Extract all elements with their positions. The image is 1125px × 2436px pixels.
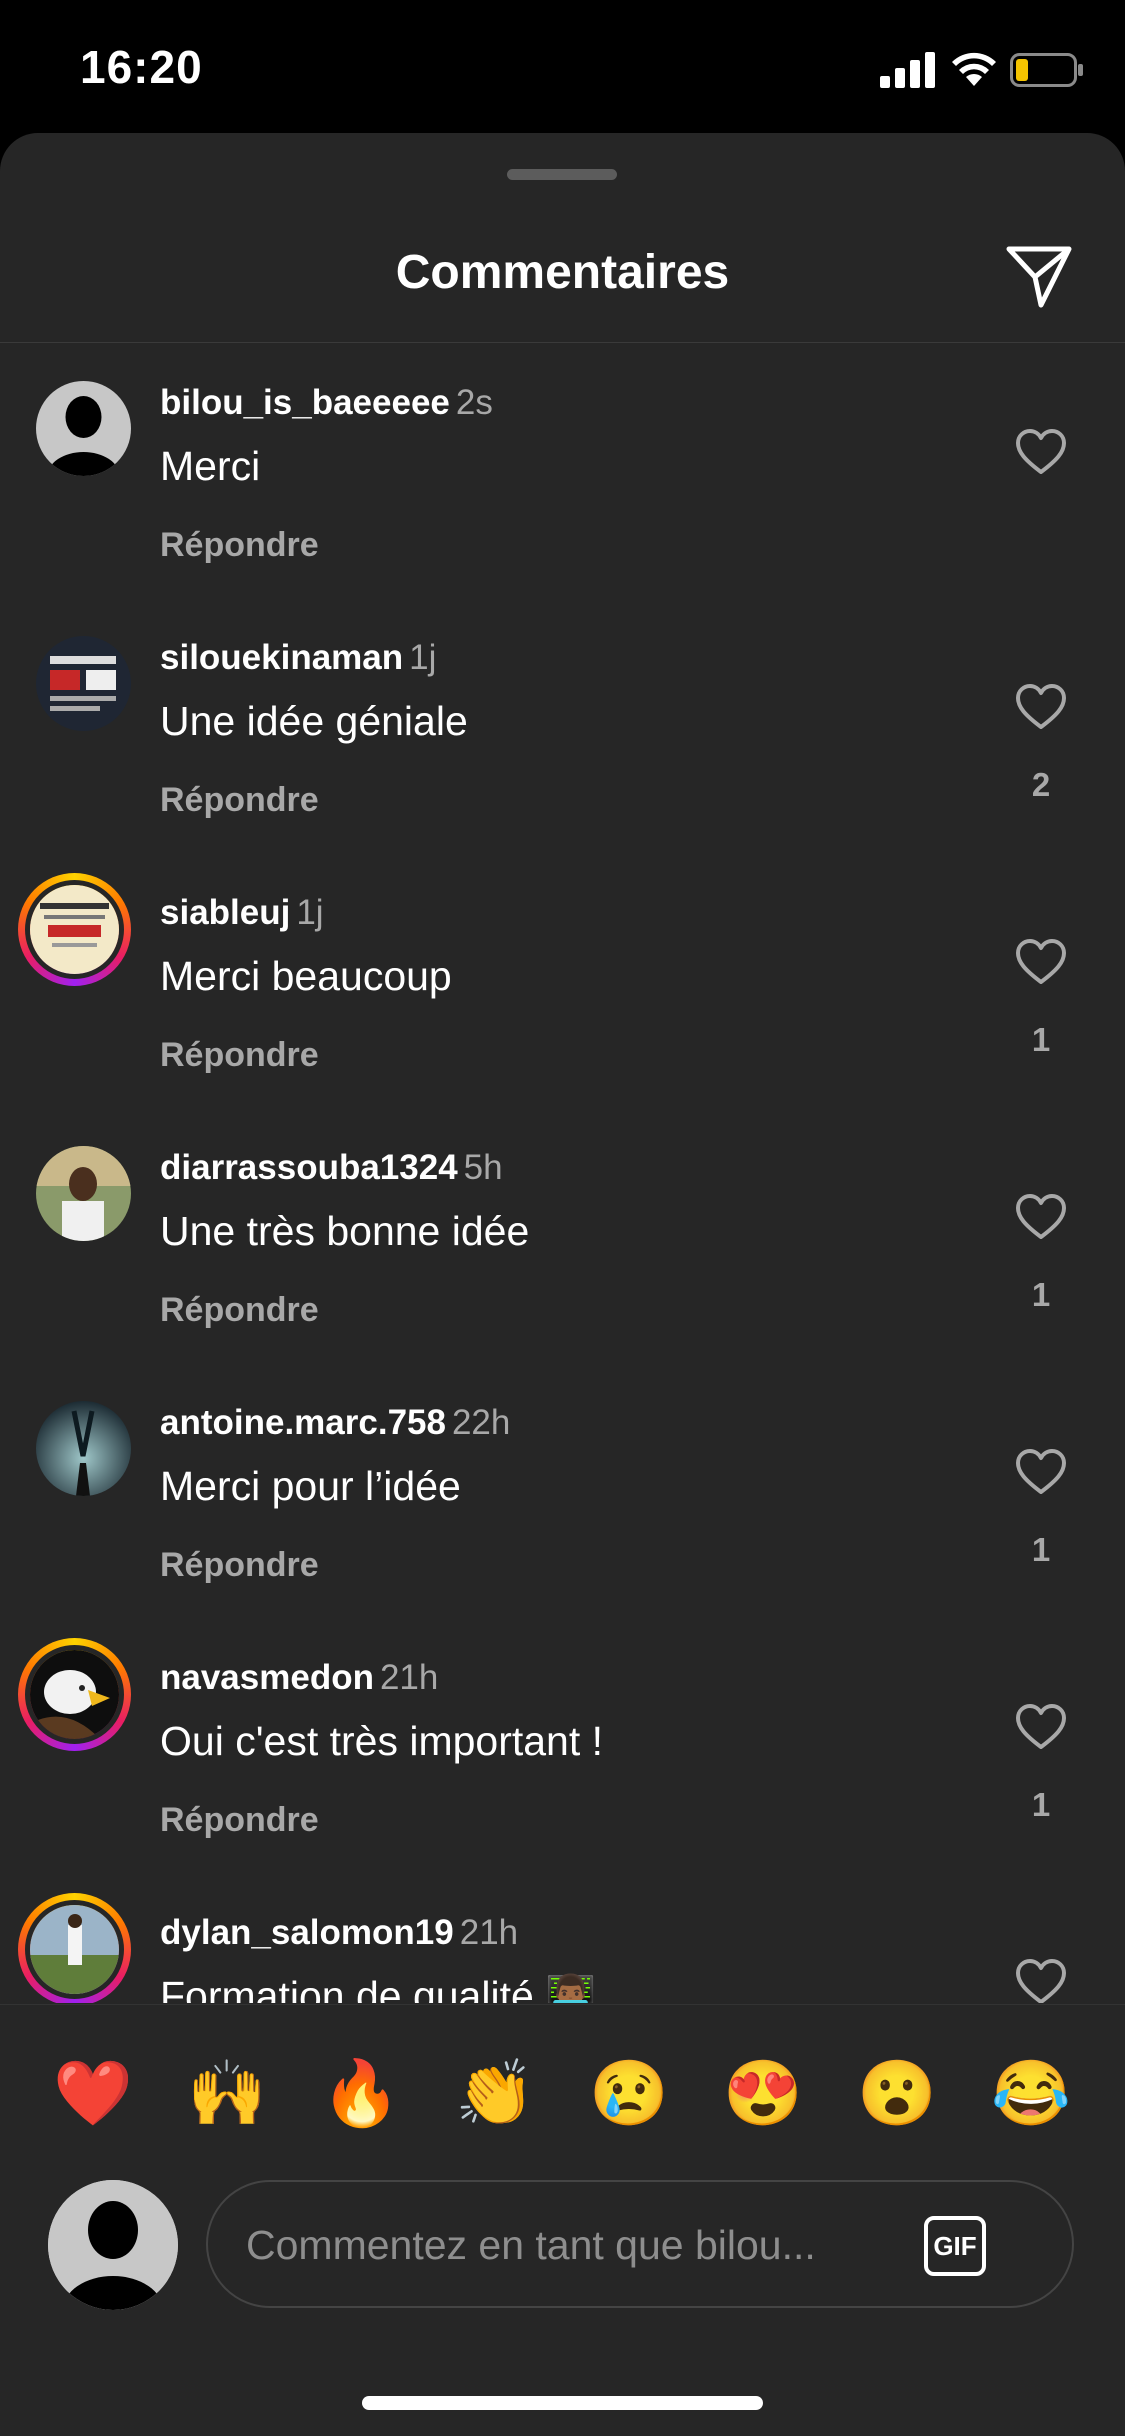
comment-input[interactable]	[244, 2212, 888, 2278]
comment-text: Formation de qualité 👨🏾‍💻	[160, 1973, 597, 2003]
comment-time: 21h	[459, 1913, 519, 1952]
status-time: 16:20	[80, 41, 203, 93]
like-count: 1	[1031, 1276, 1051, 1313]
comment-header: navasmedon 21h	[160, 1658, 438, 1698]
comment-item: antoine.marc.758 22h Merci pour l’idée Ré…	[0, 1363, 1125, 1618]
emoji-bar: ❤️ 🙌 🔥 👏 😢 😍 😮 😂	[0, 2004, 1125, 2175]
avatar[interactable]	[25, 1645, 124, 1744]
like-count: 1	[1031, 1531, 1051, 1568]
comment-header: bilou_is_baeeeee 2s	[160, 383, 493, 423]
emoji-fire-button[interactable]: 🔥	[316, 2053, 406, 2133]
sheet-header: Commentaires	[0, 133, 1125, 343]
cellular-signal-icon	[880, 52, 935, 88]
heart-icon[interactable]	[1015, 428, 1067, 476]
like-count: 2	[1031, 766, 1051, 803]
comment-item: bilou_is_baeeeee 2s Merci Répondre	[0, 343, 1125, 598]
wifi-icon	[952, 52, 996, 86]
comment-header: dylan_salomon19 21h	[160, 1913, 518, 1953]
story-ring[interactable]	[18, 873, 131, 986]
comment-username[interactable]: navasmedon	[160, 1658, 374, 1697]
home-indicator[interactable]	[362, 2396, 763, 2410]
emoji-raised-hands-button[interactable]: 🙌	[182, 2053, 272, 2133]
comment-text: Oui c'est très important !	[160, 1718, 604, 1764]
comment-item: siableuj 1j Merci beaucoup Répondre 1	[0, 853, 1125, 1108]
like-count: 1	[1031, 1021, 1051, 1058]
comment-time: 2s	[455, 383, 493, 422]
comment-time: 1j	[409, 638, 437, 677]
gif-button[interactable]: GIF	[924, 2216, 986, 2276]
comment-header: diarrassouba1324 5h	[160, 1148, 503, 1188]
comment-item: navasmedon 21h Oui c'est très important !…	[0, 1618, 1125, 1873]
like-count: 1	[1031, 1786, 1051, 1823]
emoji-crying-button[interactable]: 😢	[584, 2053, 674, 2133]
reply-button[interactable]: Répondre	[160, 1036, 319, 1075]
comment-time: 5h	[463, 1148, 503, 1187]
comment-username[interactable]: bilou_is_baeeeee	[160, 383, 450, 422]
composer-avatar	[48, 2180, 178, 2310]
comment-item: silouekinaman 1j Une idée géniale Répondr…	[0, 598, 1125, 853]
comment-header: silouekinaman 1j	[160, 638, 436, 678]
reply-button[interactable]: Répondre	[160, 1291, 319, 1330]
status-bar: 16:20	[0, 0, 1125, 135]
emoji-clapping-button[interactable]: 👏	[450, 2053, 540, 2133]
comment-text: Merci pour l’idée	[160, 1463, 461, 1509]
comment-username[interactable]: silouekinaman	[160, 638, 403, 677]
avatar[interactable]	[36, 381, 131, 476]
avatar[interactable]	[36, 636, 131, 731]
avatar[interactable]	[36, 1146, 131, 1241]
comment-time: 22h	[451, 1403, 511, 1442]
comment-item: diarrassouba1324 5h Une très bonne idée R…	[0, 1108, 1125, 1363]
comment-header: siableuj 1j	[160, 893, 324, 933]
reply-button[interactable]: Répondre	[160, 1546, 319, 1585]
avatar[interactable]	[36, 1401, 131, 1496]
story-ring[interactable]	[18, 1638, 131, 1751]
comment-username[interactable]: antoine.marc.758	[160, 1403, 446, 1442]
reply-button[interactable]: Répondre	[160, 1801, 319, 1840]
comment-input-field[interactable]: GIF	[206, 2180, 1074, 2308]
comment-time: 1j	[296, 893, 324, 932]
comment-text: Merci beaucoup	[160, 953, 452, 999]
emoji-heart-eyes-button[interactable]: 😍	[718, 2053, 808, 2133]
heart-icon[interactable]	[1015, 938, 1067, 986]
comment-header: antoine.marc.758 22h	[160, 1403, 510, 1443]
emoji-laughing-button[interactable]: 😂	[986, 2053, 1076, 2133]
heart-icon[interactable]	[1015, 1448, 1067, 1496]
comment-username[interactable]: siableuj	[160, 893, 290, 932]
comment-text: Une idée géniale	[160, 698, 468, 744]
comments-list[interactable]: bilou_is_baeeeee 2s Merci Répondre siloue…	[0, 343, 1125, 2003]
battery-icon	[1010, 53, 1083, 87]
avatar[interactable]	[25, 880, 124, 979]
comment-text: Merci	[160, 443, 261, 489]
reply-button[interactable]: Répondre	[160, 781, 319, 820]
emoji-surprised-button[interactable]: 😮	[852, 2053, 942, 2133]
heart-icon[interactable]	[1015, 1958, 1067, 2003]
comment-text: Une très bonne idée	[160, 1208, 530, 1254]
heart-icon[interactable]	[1015, 1193, 1067, 1241]
heart-icon[interactable]	[1015, 1703, 1067, 1751]
page-title: Commentaires	[395, 246, 730, 299]
emoji-heart-button[interactable]: ❤️	[48, 2053, 138, 2133]
heart-icon[interactable]	[1015, 683, 1067, 731]
share-send-icon[interactable]	[1003, 239, 1075, 311]
story-ring[interactable]	[18, 1893, 131, 2003]
comment-time: 21h	[379, 1658, 439, 1697]
avatar[interactable]	[25, 1900, 124, 1999]
comment-username[interactable]: dylan_salomon19	[160, 1913, 454, 1952]
reply-button[interactable]: Répondre	[160, 526, 319, 565]
comment-username[interactable]: diarrassouba1324	[160, 1148, 458, 1187]
comment-item: dylan_salomon19 21h Formation de qualité …	[0, 1873, 1125, 2003]
